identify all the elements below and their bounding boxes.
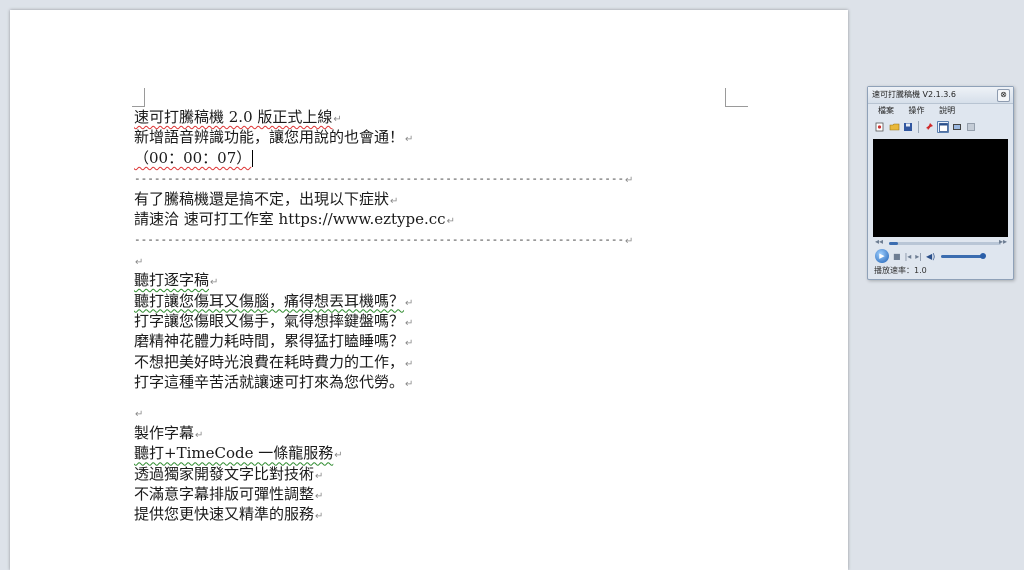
save-icon[interactable] [902,121,914,133]
rewind-icon[interactable]: ◂◂ [875,237,883,246]
folder-icon[interactable] [888,121,900,133]
menu-file[interactable]: 檔案 [878,106,894,115]
window-icon[interactable] [937,121,949,133]
doc-line: 不想把美好時光浪費在耗時費力的工作，↵ [134,352,414,371]
menu-help[interactable]: 說明 [939,106,955,115]
play-icon[interactable]: ▶ [875,249,889,263]
volume-knob[interactable] [980,252,987,259]
doc-line: 速可打騰稿機 2.0 版正式上線↵ [134,108,342,126]
doc-line: 透過獨家開發文字比對技術↵ [134,464,324,483]
speed-status: 播放速率：1.0 [874,266,927,275]
player-title: 速可打騰稿機 V2.1.3.6 [872,90,957,99]
empty-line: ↵ [135,409,144,421]
document-page[interactable]: 速可打騰稿機 2.0 版正式上線↵ 新增語音辨識功能，讓您用說的也會通！↵ （0… [10,10,848,570]
forward-icon[interactable]: ▸▸ [999,237,1007,246]
seek-progress [889,242,898,245]
section-title: 製作字幕↵ [134,423,204,442]
doc-line: 新增語音辨識功能，讓您用說的也會通！↵ [134,128,414,147]
player-toolbar [868,118,1013,136]
next-icon[interactable]: ▸| [915,252,922,261]
document-body[interactable]: 速可打騰稿機 2.0 版正式上線↵ 新增語音辨識功能，讓您用說的也會通！↵ （0… [134,107,734,525]
volume-slider[interactable] [941,252,987,259]
seek-bar[interactable]: ◂◂ ▸▸ [875,237,1007,247]
video-display[interactable] [873,139,1008,237]
previous-icon[interactable]: |◂ [905,252,912,261]
doc-line: 磨精神花體力耗時間，累得猛打瞌睡嗎？↵ [134,332,414,351]
seek-track[interactable] [889,242,1001,245]
section-title: 聽打逐字稿↵ [134,271,219,290]
doc-line: 提供您更快速又精準的服務↵ [134,505,324,524]
separator-line: ----------------------------------------… [134,233,634,248]
open-file-icon[interactable] [874,121,886,133]
menu-operate[interactable]: 操作 [909,106,925,115]
player-menubar: 檔案 操作 說明 [868,104,1013,118]
doc-line: 聽打+TimeCode 一條龍服務↵ [134,444,343,463]
pin-icon[interactable] [923,121,935,133]
text-caret [252,150,254,168]
player-titlebar[interactable]: 速可打騰稿機 V2.1.3.6 ⊗ [868,87,1013,104]
doc-line: （00：00：07） [134,148,254,168]
video-icon[interactable] [951,121,963,133]
playback-controls: ▶ ■ |◂ ▸| ◀) [875,249,1009,263]
doc-line: 打字這種辛苦活就讓速可打來為您代勞。↵ [134,373,414,392]
empty-line: ↵ [135,256,144,268]
close-icon[interactable]: ⊗ [997,89,1010,102]
margin-corner-top-left [132,88,145,107]
speaker-icon[interactable]: ◀) [926,252,935,261]
doc-line: 不滿意字幕排版可彈性調整↵ [134,485,324,504]
player-window[interactable]: 速可打騰稿機 V2.1.3.6 ⊗ 檔案 操作 說明 ◂◂ ▸▸ ▶ ■ |◂ … [867,86,1014,280]
doc-line: 有了騰稿機還是搞不定，出現以下症狀↵ [134,189,399,208]
doc-line: 聽打讓您傷耳又傷腦，痛得想丟耳機嗎？↵ [134,291,414,310]
separator-line: ----------------------------------------… [134,171,634,187]
doc-line: 打字讓您傷眼又傷手，氣得想摔鍵盤嗎？↵ [134,311,414,330]
doc-line: 請速洽 速可打工作室 https://www.eztype.cc↵ [134,209,455,228]
settings-icon[interactable] [965,121,977,133]
stop-icon[interactable]: ■ [893,252,901,261]
margin-corner-top-right [725,88,748,107]
